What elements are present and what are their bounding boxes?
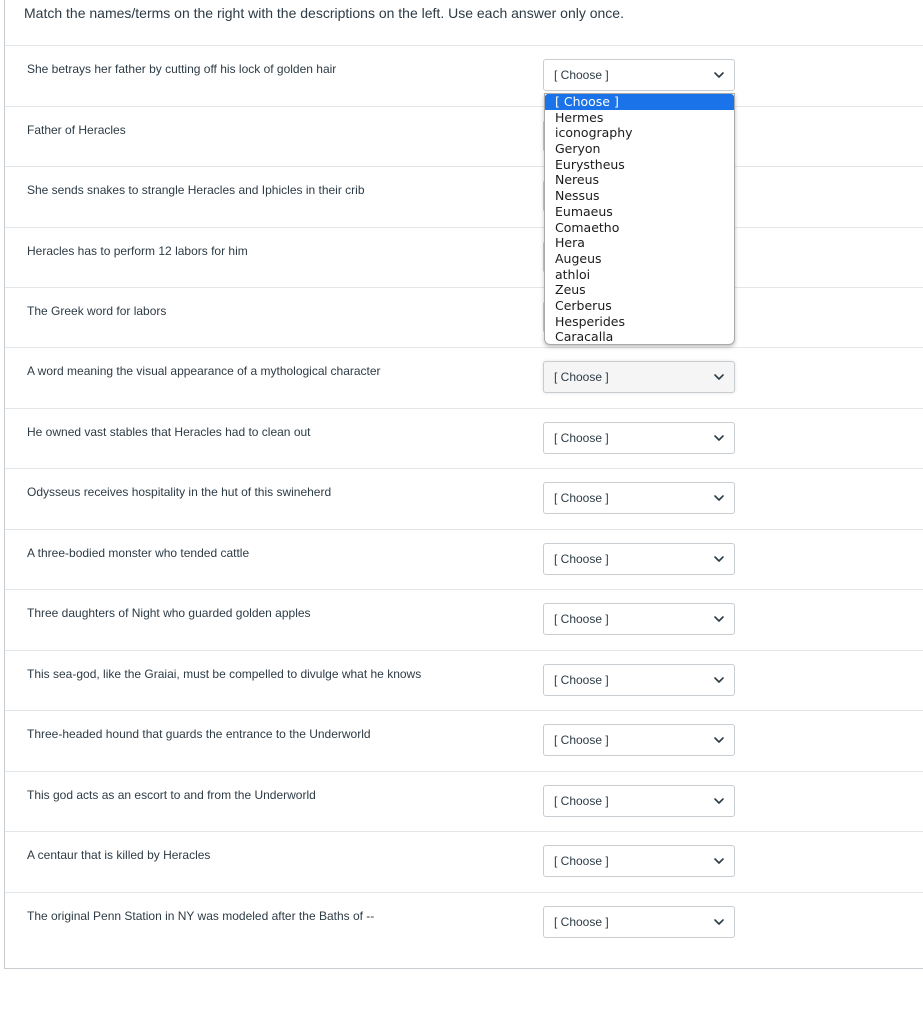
chevron-down-icon <box>713 734 725 746</box>
question-description: The original Penn Station in NY was mode… <box>27 909 375 923</box>
answer-select[interactable]: [ Choose ] <box>543 59 735 91</box>
question-description: A word meaning the visual appearance of … <box>27 364 381 378</box>
question-row: A word meaning the visual appearance of … <box>5 347 923 407</box>
question-row: Father of Heracles[ Choose ] <box>5 106 923 166</box>
chevron-down-icon <box>713 613 725 625</box>
question-row: A centaur that is killed by Heracles [ Ch… <box>5 831 923 891</box>
answer-select-value: [ Choose ] <box>554 552 609 566</box>
chevron-down-icon <box>713 432 725 444</box>
dropdown-option[interactable]: Zeus <box>545 282 734 298</box>
dropdown-option[interactable]: Hera <box>545 235 734 251</box>
answer-select[interactable]: [ Choose ] <box>543 543 735 575</box>
question-description: Three-headed hound that guards the entra… <box>27 727 371 741</box>
answer-select[interactable]: [ Choose ] <box>543 785 735 817</box>
dropdown-option[interactable]: Eurystheus <box>545 157 734 173</box>
question-row: She betrays her father by cutting off hi… <box>5 45 923 105</box>
chevron-down-icon <box>713 855 725 867</box>
question-row: The original Penn Station in NY was mode… <box>5 892 923 952</box>
dropdown-option[interactable]: iconography <box>545 125 734 141</box>
chevron-down-icon <box>713 674 725 686</box>
question-description: This god acts as an escort to and from t… <box>27 788 316 802</box>
answer-dropdown-list[interactable]: [ Choose ] Hermes iconography Geryon Eurysth… <box>544 93 735 345</box>
answer-select-value: [ Choose ] <box>554 370 609 384</box>
answer-select[interactable]: [ Choose ] <box>543 845 735 877</box>
question-description: Three daughters of Night who guarded gol… <box>27 606 311 620</box>
chevron-down-icon <box>713 795 725 807</box>
dropdown-option[interactable]: Eumaeus <box>545 204 734 220</box>
dropdown-option[interactable]: athloi <box>545 267 734 283</box>
question-row: Three-headed hound that guards the entra… <box>5 710 923 770</box>
question-description: She sends snakes to strangle Heracles an… <box>27 183 365 197</box>
question-row: Heracles has to perform 12 labors for hi… <box>5 227 923 287</box>
chevron-down-icon <box>713 69 725 81</box>
dropdown-option[interactable]: Hesperides <box>545 314 734 330</box>
answer-select-value: [ Choose ] <box>554 491 609 505</box>
chevron-down-icon <box>713 553 725 565</box>
answer-select[interactable]: [ Choose ] <box>543 906 735 938</box>
chevron-down-icon <box>713 916 725 928</box>
answer-select[interactable]: [ Choose ] <box>543 361 735 393</box>
question-description: A three-bodied monster who tended cattle <box>27 546 250 560</box>
dropdown-option[interactable]: Augeus <box>545 251 734 267</box>
question-row: Three daughters of Night who guarded gol… <box>5 589 923 649</box>
question-row: He owned vast stables that Heracles had … <box>5 408 923 468</box>
answer-select[interactable]: [ Choose ] <box>543 724 735 756</box>
question-row: A three-bodied monster who tended cattle… <box>5 529 923 589</box>
answer-select-value: [ Choose ] <box>554 431 609 445</box>
question-description: The Greek word for labors <box>27 304 167 318</box>
dropdown-option[interactable]: Nereus <box>545 172 734 188</box>
question-description: This sea-god, like the Graiai, must be c… <box>27 667 422 681</box>
answer-select-value: [ Choose ] <box>554 673 609 687</box>
answer-select-value: [ Choose ] <box>554 612 609 626</box>
answer-select-value: [ Choose ] <box>554 733 609 747</box>
question-row: She sends snakes to strangle Heracles an… <box>5 166 923 226</box>
answer-select-value: [ Choose ] <box>554 854 609 868</box>
dropdown-option[interactable]: Hermes <box>545 110 734 126</box>
question-description: She betrays her father by cutting off hi… <box>27 62 337 76</box>
question-description: Odysseus receives hospitality in the hut… <box>27 485 332 499</box>
chevron-down-icon <box>713 371 725 383</box>
chevron-down-icon <box>713 492 725 504</box>
question-row: This god acts as an escort to and from t… <box>5 771 923 831</box>
question-row: The Greek word for labors[ Choose ] <box>5 287 923 347</box>
question-description: Father of Heracles <box>27 123 126 137</box>
question-description: Heracles has to perform 12 labors for hi… <box>27 244 248 258</box>
question-description: A centaur that is killed by Heracles <box>27 848 211 862</box>
question-row: Odysseus receives hospitality in the hut… <box>5 468 923 528</box>
question-row: This sea-god, like the Graiai, must be c… <box>5 650 923 710</box>
answer-select-value: [ Choose ] <box>554 794 609 808</box>
answer-select[interactable]: [ Choose ] <box>543 482 735 514</box>
answer-select-value: [ Choose ] <box>554 68 609 82</box>
question-description: He owned vast stables that Heracles had … <box>27 425 311 439</box>
answer-select[interactable]: [ Choose ] <box>543 664 735 696</box>
dropdown-option[interactable]: Geryon <box>545 141 734 157</box>
dropdown-option[interactable]: Cerberus <box>545 298 734 314</box>
instructions-text: Match the names/terms on the right with … <box>24 5 624 21</box>
answer-select[interactable]: [ Choose ] <box>543 603 735 635</box>
dropdown-option[interactable]: [ Choose ] <box>545 94 734 110</box>
dropdown-option[interactable]: Caracalla <box>545 329 734 344</box>
answer-select-value: [ Choose ] <box>554 915 609 929</box>
dropdown-option[interactable]: Comaetho <box>545 220 734 236</box>
answer-select[interactable]: [ Choose ] <box>543 422 735 454</box>
dropdown-option[interactable]: Nessus <box>545 188 734 204</box>
